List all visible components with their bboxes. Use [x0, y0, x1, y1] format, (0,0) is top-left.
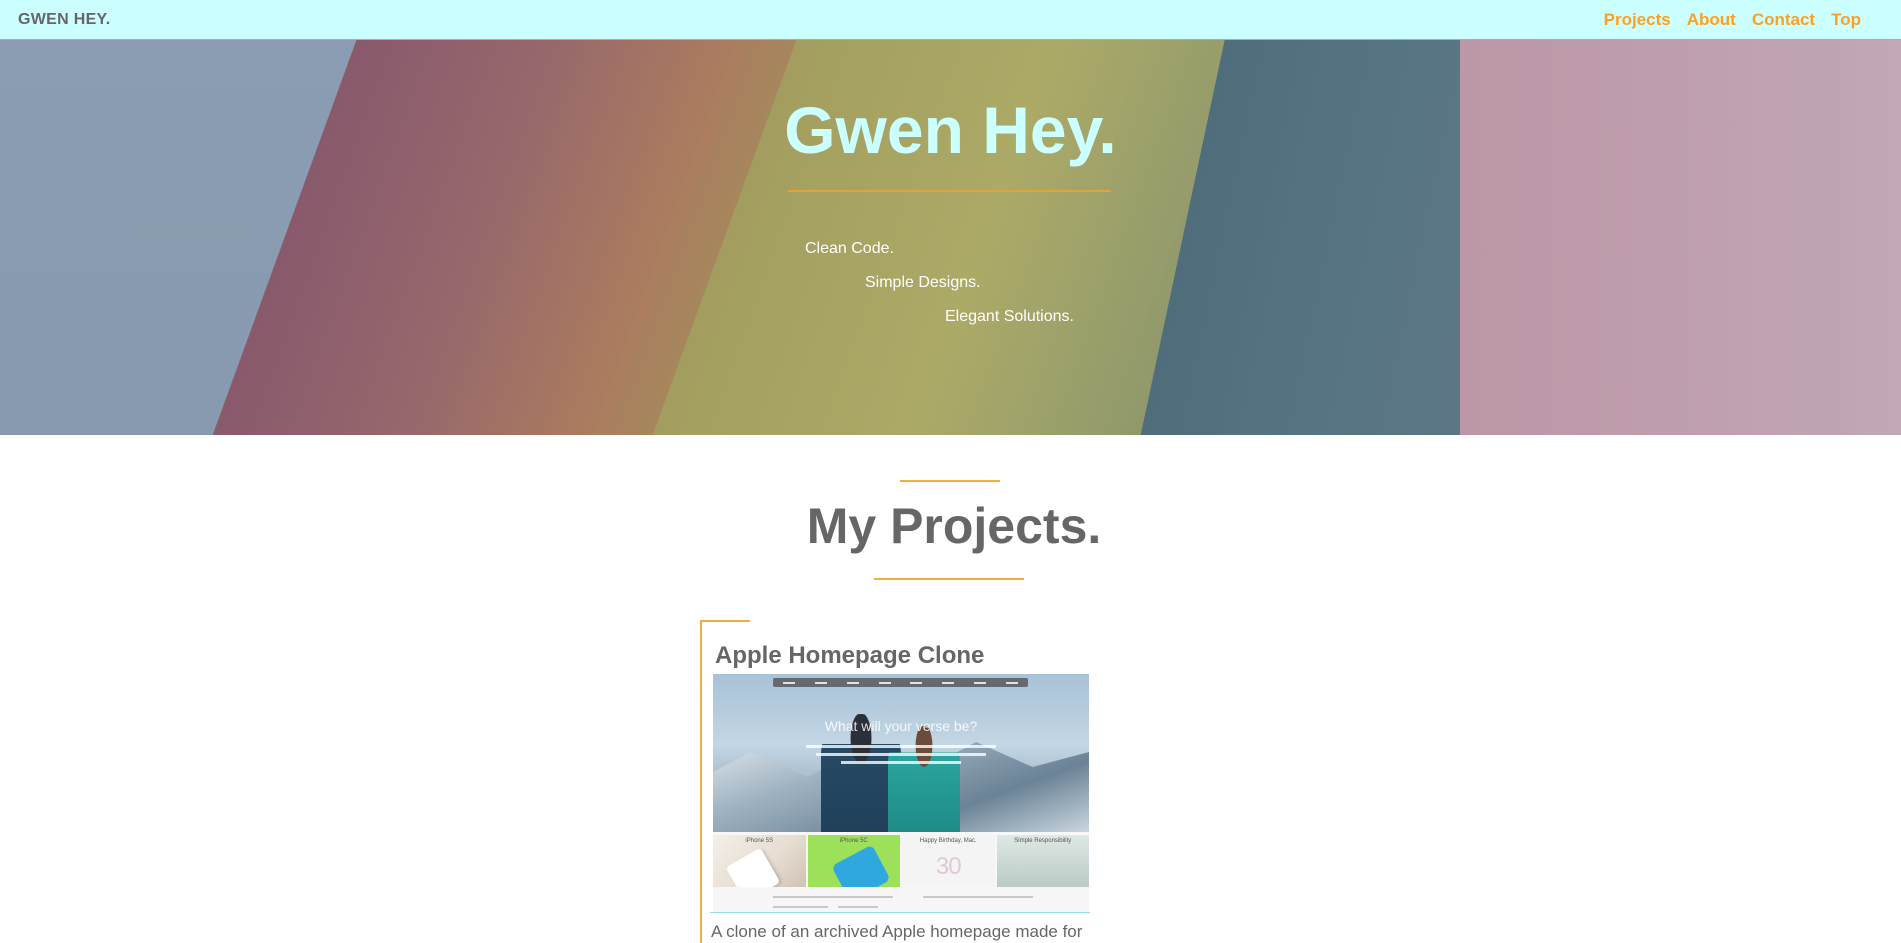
phone-icon	[725, 847, 781, 887]
project-card-title[interactable]: Apple Homepage Clone	[715, 642, 984, 670]
screenshot-navbar	[773, 678, 1028, 687]
project-card-description: A clone of an archived Apple homepage ma…	[711, 922, 1083, 941]
hero-tagline-clean-code: Clean Code.	[805, 240, 894, 257]
screenshot-tile-iphone-5c: iPhone 5C	[807, 835, 900, 887]
screenshot-tile-responsibility: Simple Responsibility	[996, 835, 1089, 887]
screenshot-headline: What will your verse be?	[824, 718, 978, 734]
screenshot-tile-mac-birthday: Happy Birthday, Mac. 30	[902, 835, 995, 887]
section-bottom-divider	[874, 578, 1024, 580]
tile-label: iPhone 5S	[745, 838, 774, 844]
section-top-divider	[900, 480, 1000, 482]
screenshot-hero: What will your verse be?	[713, 674, 1089, 832]
tile-label: Simple Responsibility	[1014, 838, 1072, 844]
screenshot-tile-iphone-5s: iPhone 5S	[713, 835, 806, 887]
hero-banner: Gwen Hey. Clean Code. Simple Designs. El…	[0, 40, 1901, 435]
brand-logo[interactable]: GWEN HEY.	[18, 11, 111, 29]
nav-link-contact[interactable]: Contact	[1752, 10, 1815, 30]
screenshot-body-lines	[713, 740, 1089, 764]
card-side-accent	[700, 620, 702, 943]
tile-anniversary-number: 30	[935, 853, 962, 880]
hero-tagline-elegant-solutions: Elegant Solutions.	[945, 308, 1074, 325]
project-card-apple-clone[interactable]: Apple Homepage Clone What will your vers…	[700, 620, 1092, 943]
nav-links: Projects About Contact Top	[1604, 10, 1883, 30]
hero-tagline-simple-designs: Simple Designs.	[865, 274, 981, 291]
projects-heading: My Projects.	[806, 498, 1102, 554]
hero-title: Gwen Hey.	[784, 93, 1117, 167]
nav-link-projects[interactable]: Projects	[1604, 10, 1671, 30]
navbar: GWEN HEY. Projects About Contact Top	[0, 0, 1901, 40]
nav-link-about[interactable]: About	[1687, 10, 1736, 30]
phone-icon	[830, 844, 891, 887]
hero-divider	[788, 190, 1111, 192]
tile-label: iPhone 5C	[839, 838, 868, 844]
card-corner-accent	[700, 620, 750, 622]
project-screenshot[interactable]: What will your verse be? iPhone 5S iPhon…	[713, 674, 1089, 914]
screenshot-tiles: iPhone 5S iPhone 5C Happy Birthday, Mac.…	[713, 835, 1089, 887]
card-divider	[710, 912, 1090, 913]
tile-label: Happy Birthday, Mac.	[919, 838, 977, 844]
nav-link-top[interactable]: Top	[1831, 10, 1861, 30]
